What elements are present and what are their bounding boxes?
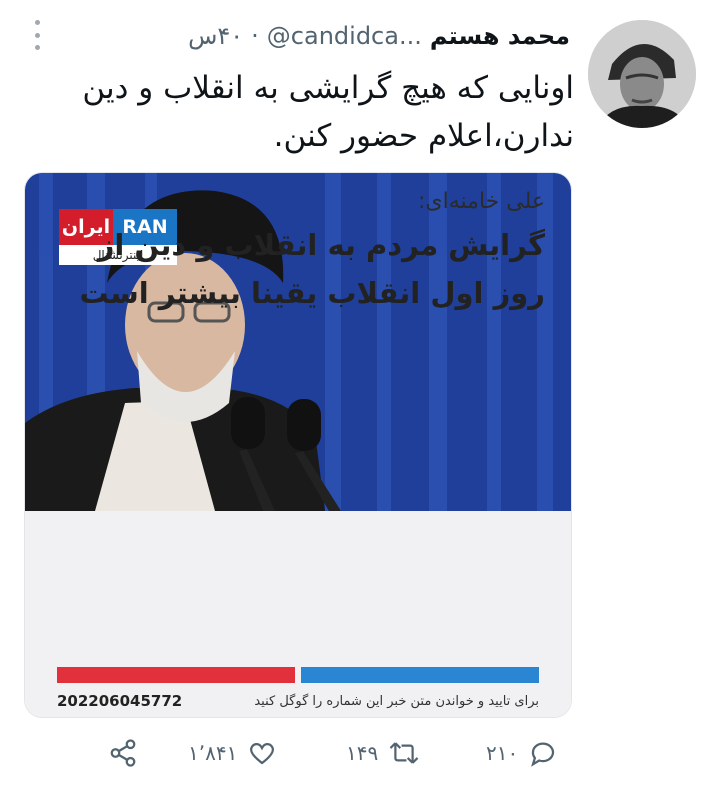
retweet-count: ۱۴۹ <box>346 741 379 765</box>
caption-headline: گرایش مردم به انقلاب و دین از روز اول ان… <box>79 228 546 310</box>
retweet-icon <box>388 738 420 768</box>
avatar[interactable] <box>588 20 696 128</box>
share-button[interactable] <box>108 728 138 778</box>
caption-footer: برای تایید و خواندن متن خبر این شماره را… <box>57 689 539 713</box>
footer-text: برای تایید و خواندن متن خبر این شماره را… <box>254 693 539 709</box>
caption-name: علی خامنه‌ای: <box>417 189 545 214</box>
reply-button[interactable]: ۲۱۰ <box>486 728 558 778</box>
news-caption <box>25 511 571 717</box>
like-count: ۱٬۸۴۱ <box>188 741 238 765</box>
reply-icon <box>528 738 558 768</box>
footer-number: 202206045772 <box>57 692 183 710</box>
action-bar: ۲۱۰ ۱۴۹ ۱٬۸۴۱ <box>0 728 720 778</box>
tweet-text: اونایی که هیچ گرایشی به انقلاب و دین ندا… <box>82 70 574 154</box>
share-icon <box>108 738 138 768</box>
handle[interactable]: @candidca... <box>267 22 422 50</box>
media-card[interactable]: ایران RAN اینترنشنال علی خامنه‌ای: گرایش… <box>24 172 572 718</box>
blue-bar <box>301 667 539 683</box>
tweet-header: محمد هستم @candidca... · ۴۰س <box>30 16 570 56</box>
timestamp[interactable]: ۴۰س <box>188 22 243 50</box>
red-bar <box>57 667 295 683</box>
more-icon[interactable] <box>30 20 44 50</box>
display-name[interactable]: محمد هستم <box>430 22 570 50</box>
separator: · <box>251 22 259 50</box>
like-icon <box>247 738 277 768</box>
retweet-button[interactable]: ۱۴۹ <box>346 728 420 778</box>
reply-count: ۲۱۰ <box>486 741 519 765</box>
like-button[interactable]: ۱٬۸۴۱ <box>188 728 277 778</box>
